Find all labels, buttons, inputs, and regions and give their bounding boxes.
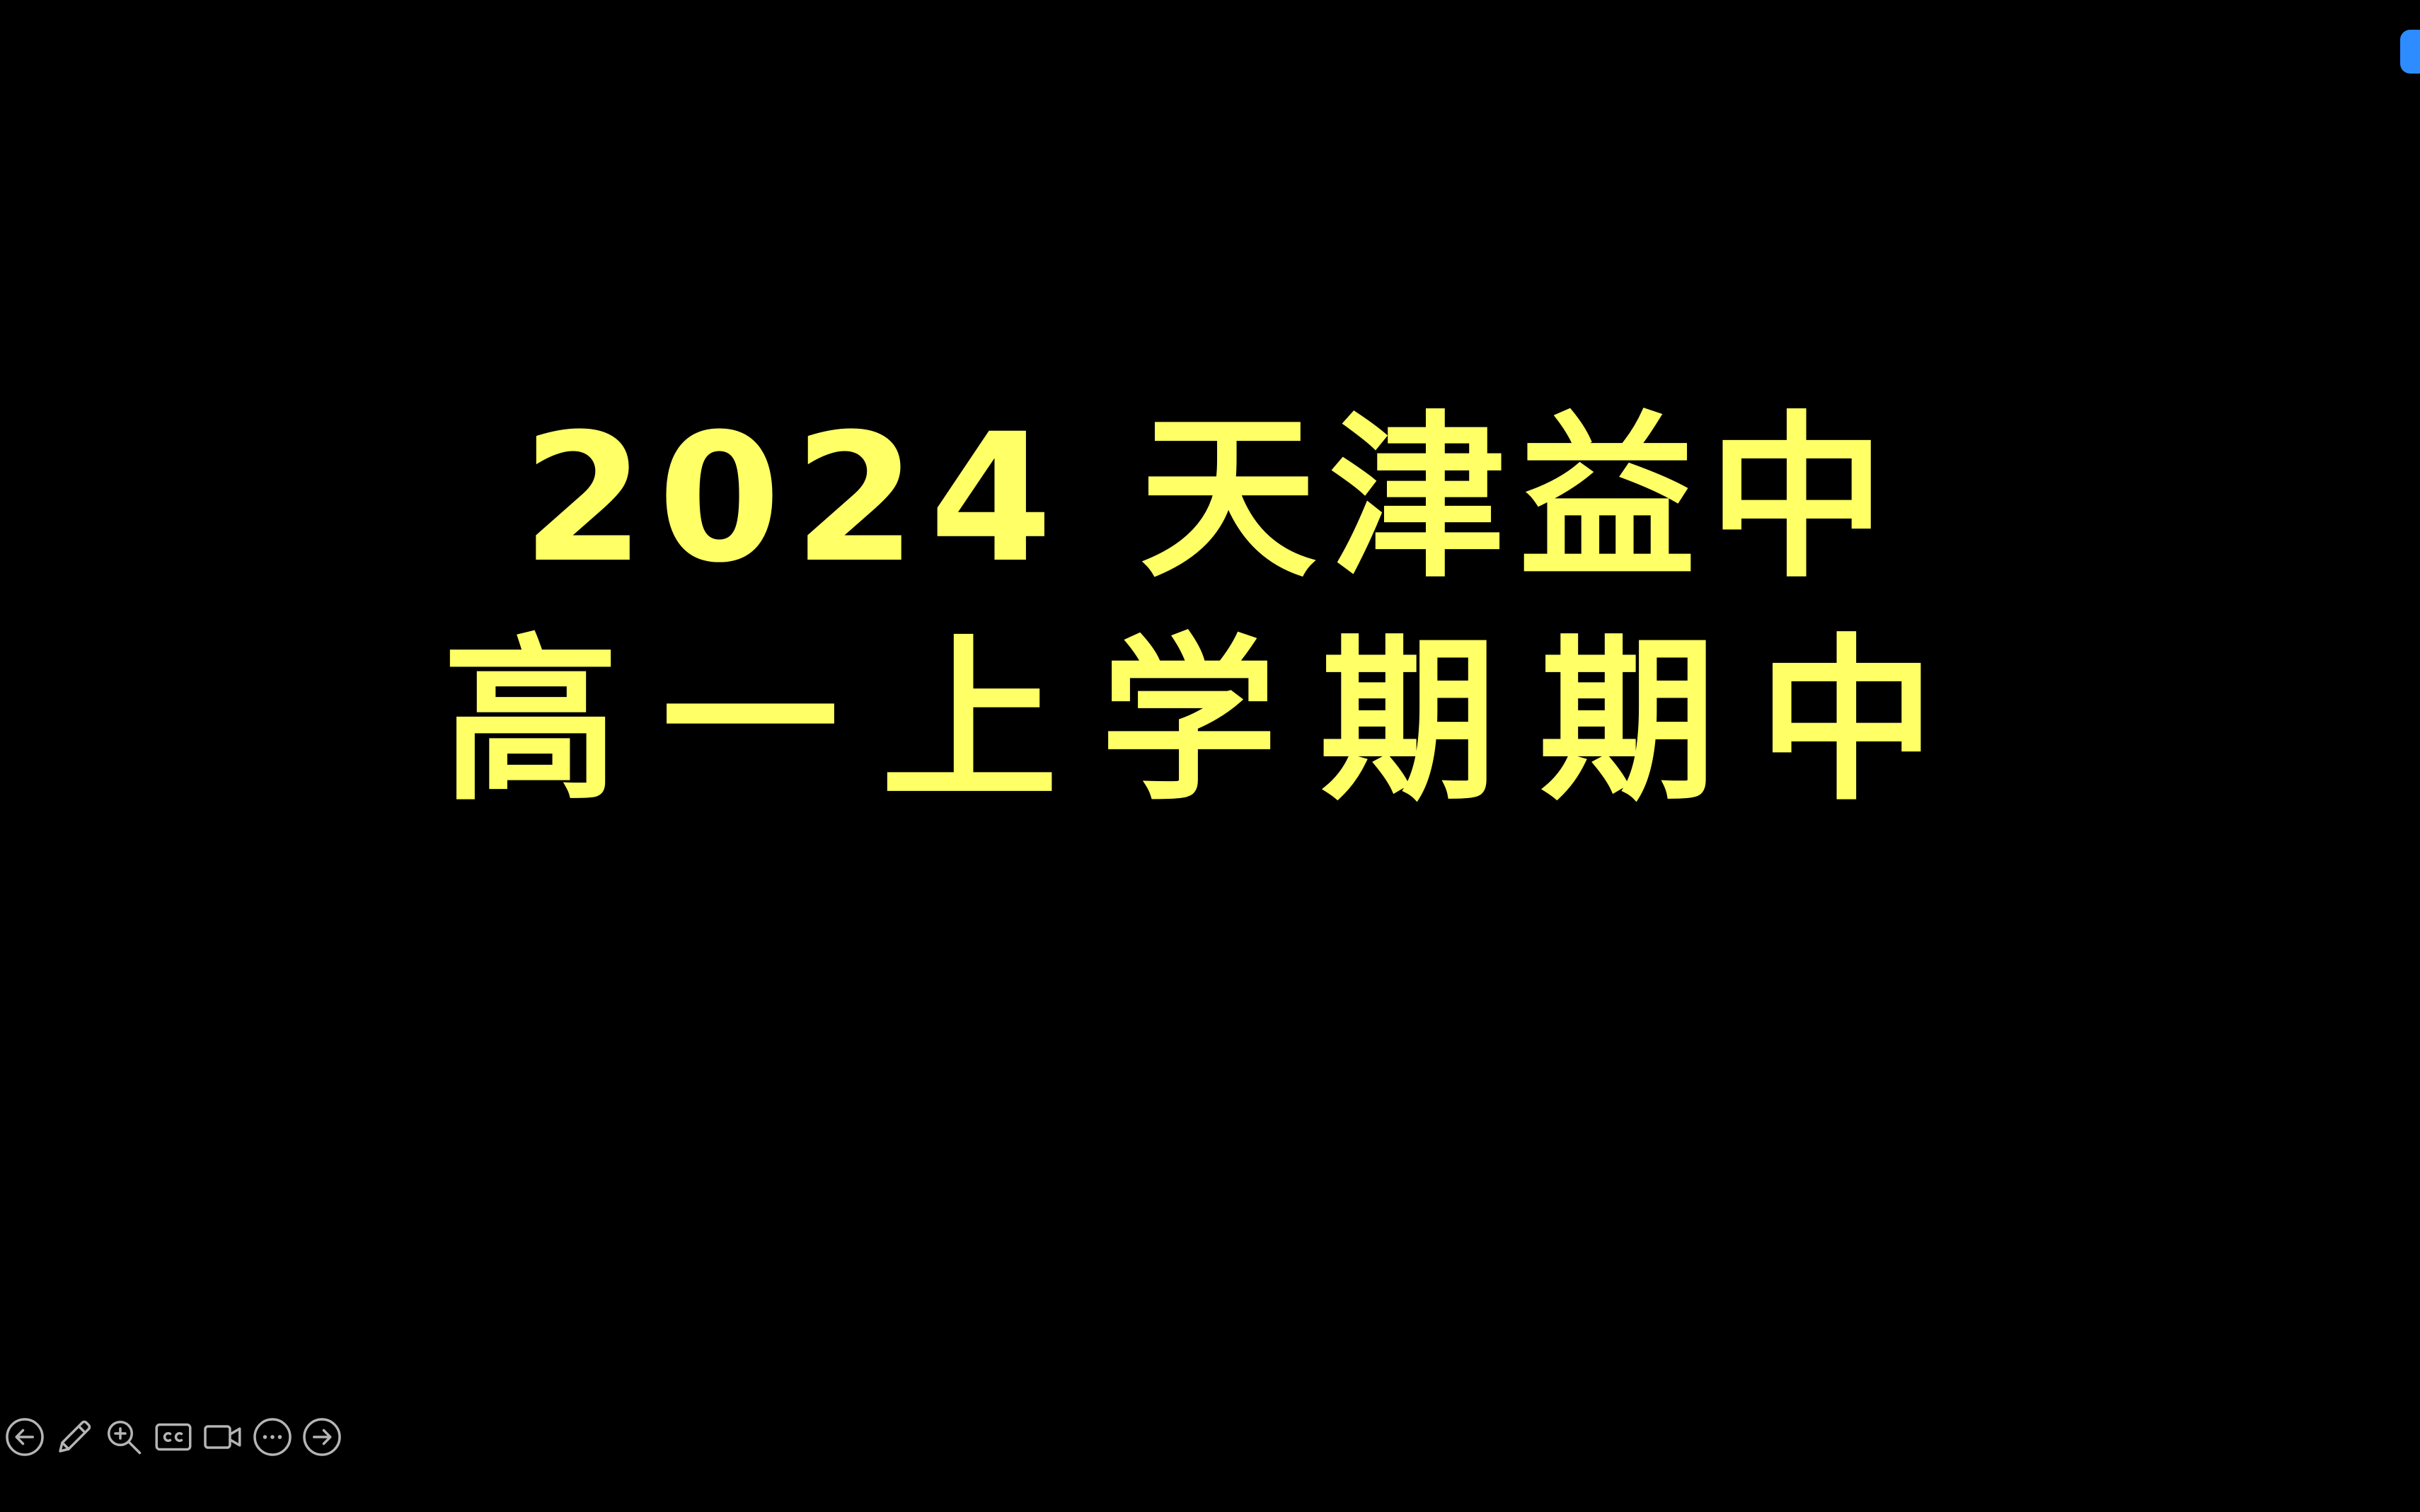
- pen-tool-button[interactable]: [51, 1414, 98, 1460]
- more-options-button[interactable]: [249, 1414, 296, 1460]
- arrow-right-circle-icon: [303, 1418, 341, 1456]
- slide-title-line-1: 2024 天津益中: [522, 396, 1898, 601]
- pen-icon: [59, 1420, 91, 1453]
- video-camera-icon: [204, 1425, 241, 1449]
- previous-slide-button[interactable]: [1, 1414, 48, 1460]
- camera-button[interactable]: [200, 1414, 246, 1460]
- arrow-left-circle-icon: [6, 1418, 44, 1456]
- next-slide-button[interactable]: [299, 1414, 345, 1460]
- screen-share-indicator[interactable]: [2400, 30, 2420, 74]
- zoom-button[interactable]: [100, 1414, 147, 1460]
- slide-title-line-2: 高一上学期期中: [442, 618, 1978, 824]
- subtitles-button[interactable]: [150, 1414, 197, 1460]
- zoom-icon: [108, 1421, 142, 1455]
- slideshow-view: 2024 天津益中 高一上学期期中: [0, 0, 2420, 1512]
- slideshow-toolbar: [1, 1414, 345, 1460]
- closed-caption-icon: [155, 1423, 192, 1451]
- more-options-icon: [253, 1418, 292, 1456]
